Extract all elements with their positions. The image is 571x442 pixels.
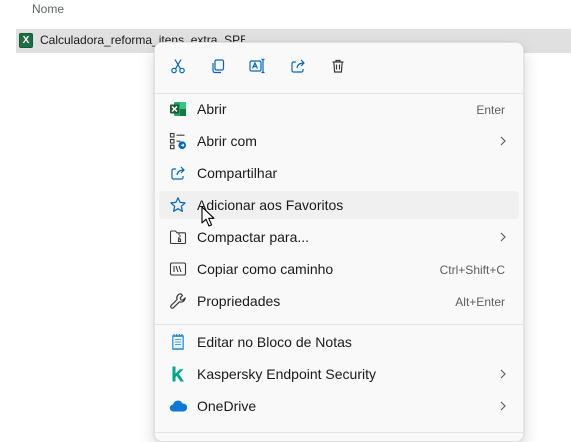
scissors-icon xyxy=(171,59,185,74)
menu-item-edit-notepad[interactable]: Editar no Bloco de Notas xyxy=(159,328,519,356)
menu-item-label: Adicionar aos Favoritos xyxy=(197,197,344,213)
open-with-icon xyxy=(169,132,187,150)
menu-item-label: Abrir xyxy=(197,101,227,117)
menu-item-kaspersky[interactable]: Kaspersky Endpoint Security xyxy=(159,360,519,388)
chevron-right-icon xyxy=(500,232,506,242)
sort-caret-icon: ^ xyxy=(293,0,297,4)
menu-separator xyxy=(155,324,523,325)
rename-icon xyxy=(249,58,265,74)
menu-item-properties[interactable]: Propriedades Alt+Enter xyxy=(159,287,519,315)
rename-button[interactable] xyxy=(242,51,274,81)
chevron-right-icon xyxy=(500,136,506,146)
context-menu-toolbar xyxy=(155,43,523,87)
star-icon xyxy=(169,196,187,214)
menu-item-onedrive[interactable]: OneDrive xyxy=(159,392,519,420)
copy-path-icon xyxy=(169,260,187,278)
column-header-name[interactable]: Nome ^ xyxy=(0,0,571,22)
menu-item-label: Copiar como caminho xyxy=(197,261,334,277)
trash-icon xyxy=(332,59,344,73)
menu-item-open-with[interactable]: Abrir com xyxy=(159,127,519,155)
menu-item-label: Compartilhar xyxy=(197,165,278,181)
notepad-icon xyxy=(169,333,187,351)
menu-item-label: OneDrive xyxy=(197,398,257,414)
excel-file-icon: X xyxy=(19,33,33,48)
menu-item-label: Kaspersky Endpoint Security xyxy=(197,366,376,382)
menu-separator xyxy=(155,432,523,433)
copy-button[interactable] xyxy=(202,51,234,81)
menu-item-label: Compactar para... xyxy=(197,229,310,245)
mouse-cursor-icon xyxy=(201,206,215,227)
menu-item-label: Abrir com xyxy=(197,133,257,149)
column-header-label: Nome xyxy=(32,2,65,16)
menu-item-label: Propriedades xyxy=(197,293,281,309)
menu-item-copy-path[interactable]: Copiar como caminho Ctrl+Shift+C xyxy=(159,255,519,283)
onedrive-icon xyxy=(169,397,187,415)
menu-separator xyxy=(155,93,523,94)
share-button[interactable] xyxy=(282,51,314,81)
menu-item-share[interactable]: Compartilhar xyxy=(159,159,519,187)
wrench-icon xyxy=(169,292,187,310)
copy-icon xyxy=(212,59,225,74)
excel-icon xyxy=(169,100,187,118)
share-icon xyxy=(169,164,187,182)
menu-item-shortcut: Ctrl+Shift+C xyxy=(439,263,505,277)
menu-item-label: Editar no Bloco de Notas xyxy=(197,334,352,350)
context-menu: Abrir Enter Abrir com Compartilhar Adici… xyxy=(154,42,524,442)
menu-item-shortcut: Enter xyxy=(476,103,505,117)
menu-item-shortcut: Alt+Enter xyxy=(455,295,505,309)
chevron-right-icon xyxy=(500,369,506,379)
chevron-right-icon xyxy=(500,401,506,411)
cut-button[interactable] xyxy=(162,51,194,81)
kaspersky-icon xyxy=(169,365,187,383)
delete-button[interactable] xyxy=(322,51,354,81)
menu-item-open[interactable]: Abrir Enter xyxy=(159,95,519,123)
zip-folder-icon xyxy=(169,228,187,246)
share-icon xyxy=(291,59,305,73)
